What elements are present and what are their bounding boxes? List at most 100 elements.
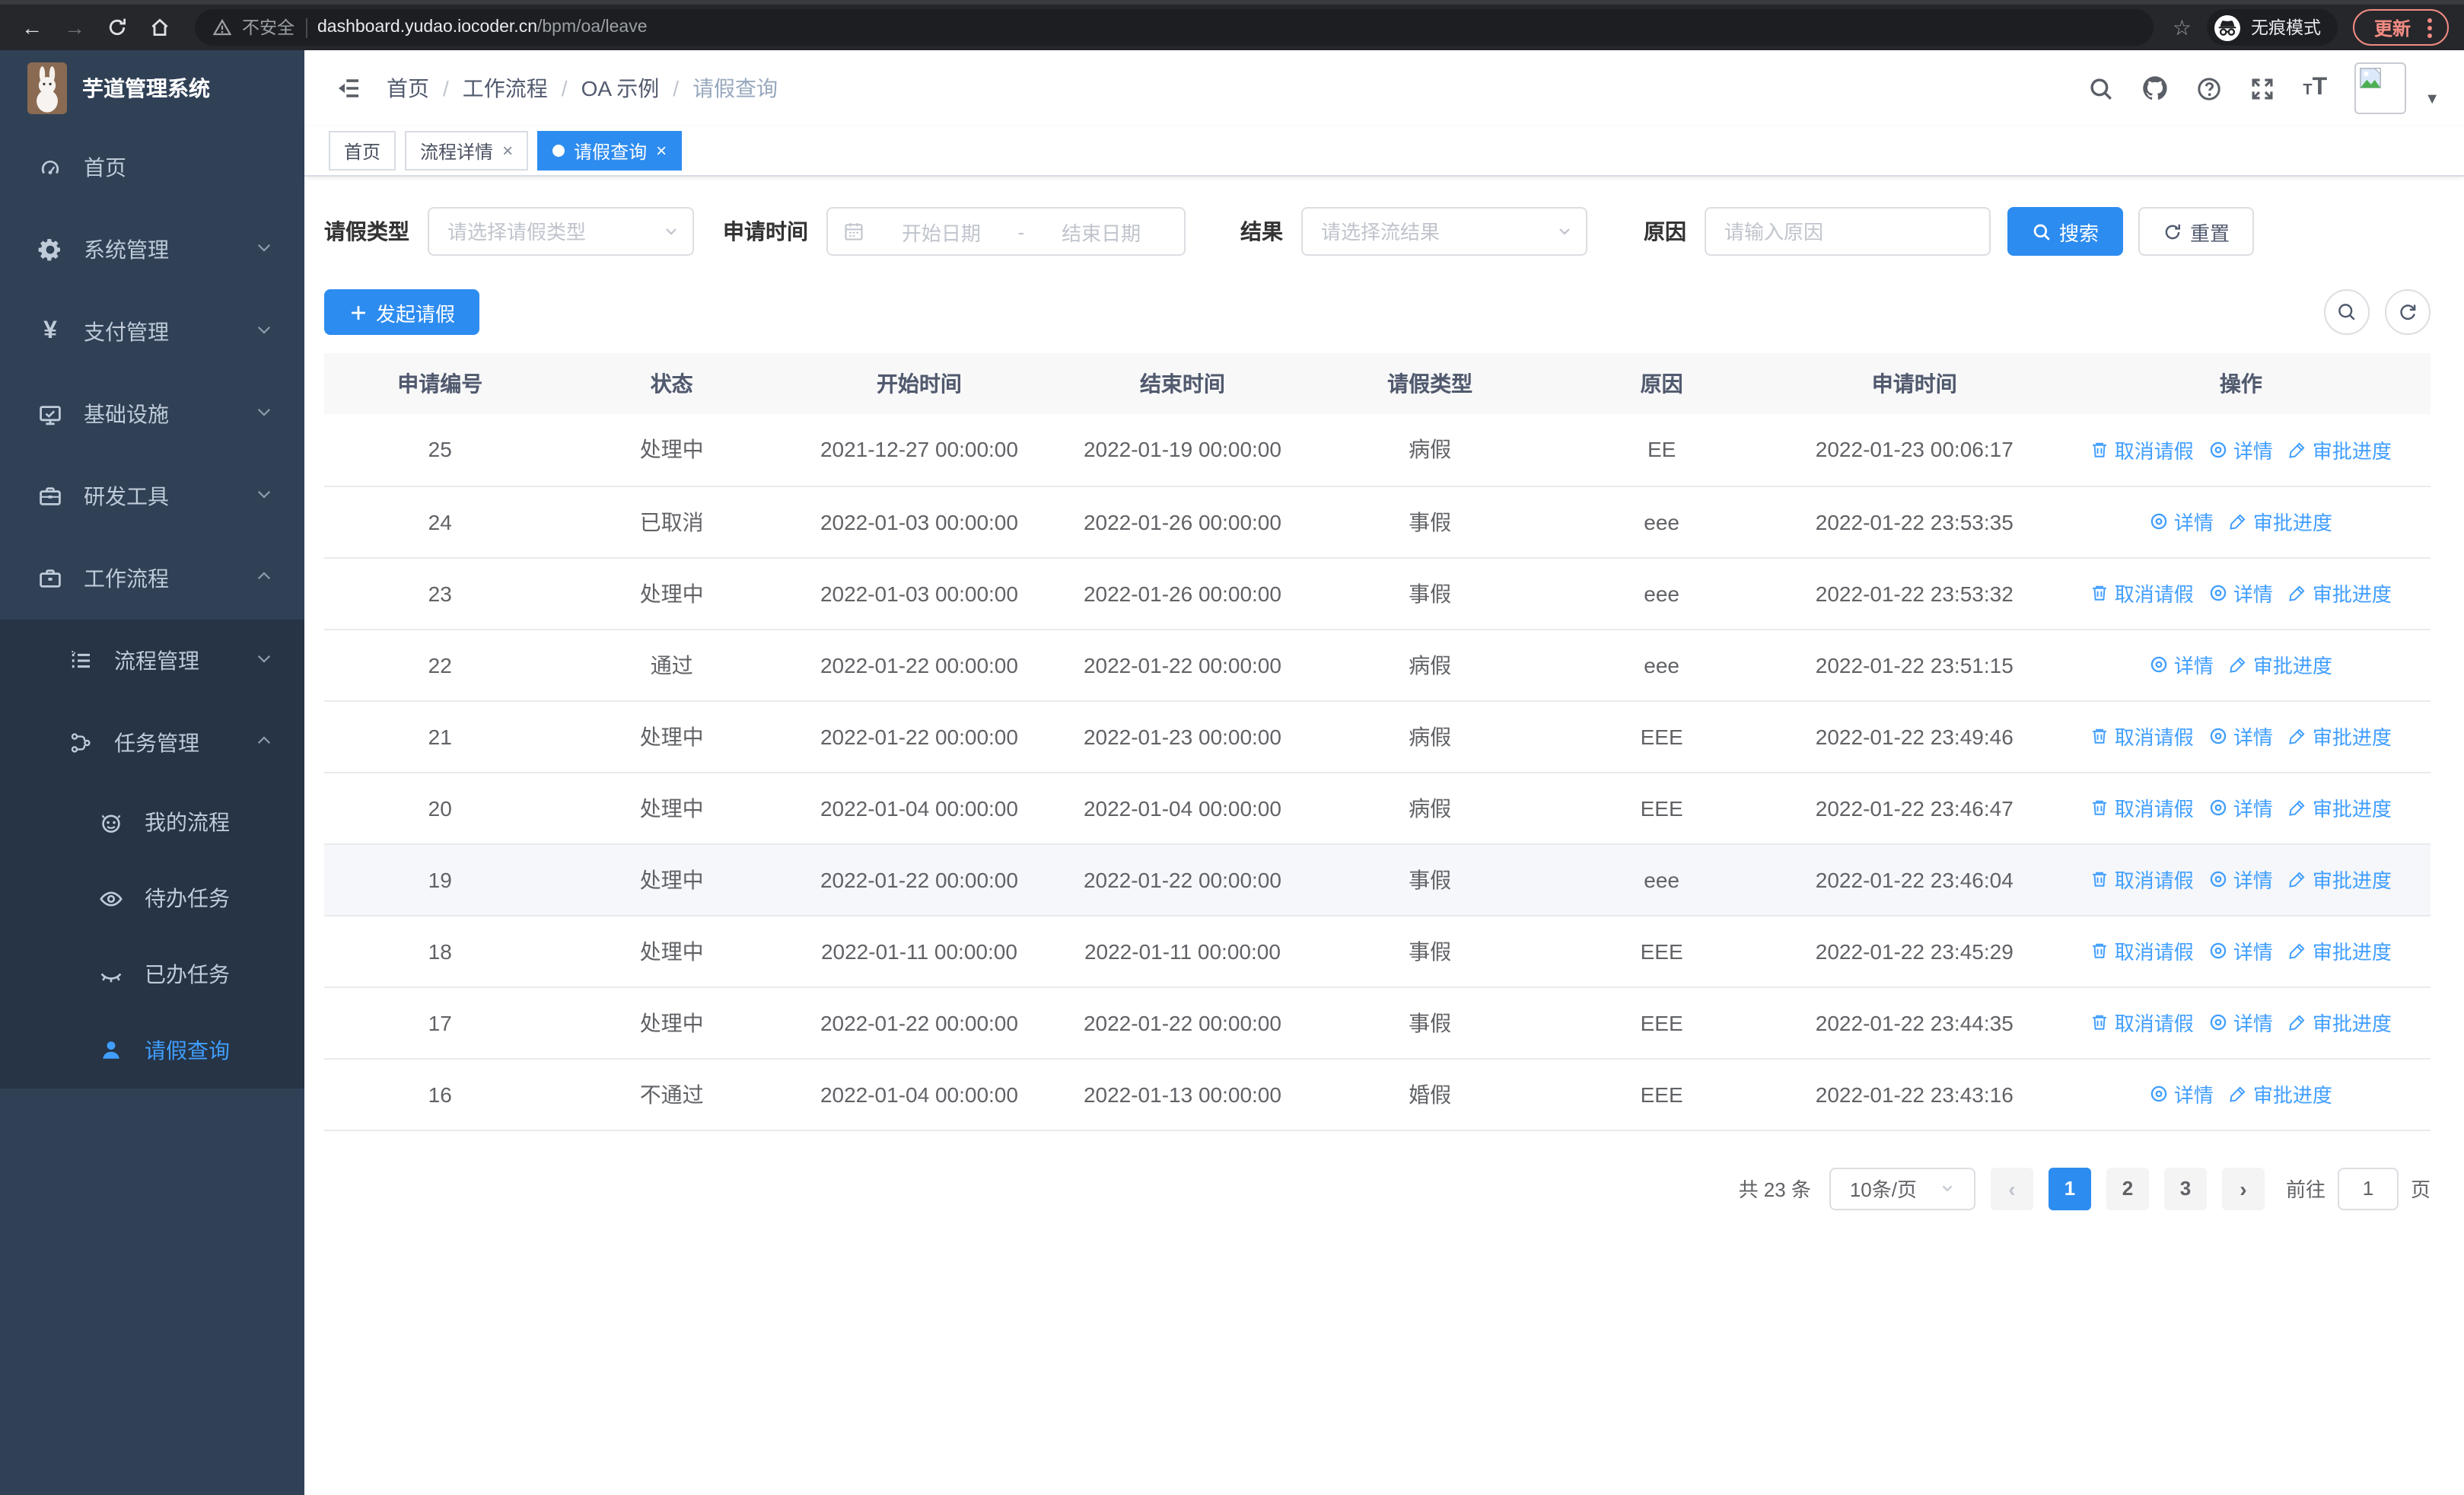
sidebar-item-task-mgmt[interactable]: 任务管理 <box>0 702 304 784</box>
approval-progress-link[interactable]: 审批进度 <box>2229 507 2332 536</box>
approval-progress-link[interactable]: 审批进度 <box>2288 722 2392 751</box>
back-icon[interactable]: ← <box>15 11 49 44</box>
date-start-placeholder[interactable]: 开始日期 <box>874 217 1009 246</box>
bookmark-star-icon[interactable]: ☆ <box>2173 14 2192 40</box>
leave-type-select[interactable] <box>428 207 694 256</box>
reset-button[interactable]: 重置 <box>2138 207 2255 256</box>
page-button-3[interactable]: 3 <box>2163 1167 2207 1210</box>
cancel-leave-link[interactable]: 取消请假 <box>2090 435 2194 464</box>
result-select[interactable] <box>1301 207 1587 256</box>
apply-time-range-picker[interactable]: 开始日期 - 结束日期 <box>826 207 1186 256</box>
sidebar-collapse-icon[interactable] <box>335 75 362 102</box>
browser-menu-icon[interactable] <box>2424 14 2435 40</box>
table-cell: 处理中 <box>556 700 788 773</box>
fullscreen-icon[interactable] <box>2249 75 2275 101</box>
result-select-input[interactable] <box>1303 209 1586 254</box>
reason-input[interactable] <box>1706 209 1989 254</box>
cancel-leave-link[interactable]: 取消请假 <box>2090 1008 2194 1037</box>
date-end-placeholder[interactable]: 结束日期 <box>1033 217 1169 246</box>
detail-link[interactable]: 详情 <box>2150 507 2214 536</box>
chevron-down-icon <box>254 320 274 344</box>
cancel-leave-link[interactable]: 取消请假 <box>2090 865 2194 894</box>
sidebar-item-todo-tasks[interactable]: 待办任务 <box>0 860 304 936</box>
tab-首页[interactable]: 首页 <box>329 131 396 171</box>
close-icon[interactable]: × <box>502 142 513 160</box>
table-row: 25 处理中 2021-12-27 00:00:00 2022-01-19 00:00… <box>324 414 2431 486</box>
search-button[interactable]: 搜索 <box>2007 207 2124 256</box>
avatar[interactable] <box>2354 62 2407 114</box>
detail-link[interactable]: 详情 <box>2209 865 2273 894</box>
approval-progress-link[interactable]: 审批进度 <box>2288 579 2392 607</box>
sidebar-item-home[interactable]: 首页 <box>0 126 304 209</box>
leave-query-icon <box>99 1038 123 1063</box>
forward-icon[interactable]: → <box>58 11 91 44</box>
next-page-button[interactable]: › <box>2221 1167 2265 1210</box>
approval-progress-link[interactable]: 审批进度 <box>2288 936 2392 965</box>
sidebar-item-process-mgmt[interactable]: 流程管理 <box>0 620 304 702</box>
page-button-2[interactable]: 2 <box>2106 1167 2149 1210</box>
home-icon[interactable] <box>143 11 177 44</box>
sidebar-item-workflow[interactable]: 工作流程 <box>0 537 304 620</box>
table-cell: 2022-01-22 00:00:00 <box>1050 843 1314 916</box>
prev-page-button[interactable]: ‹ <box>1990 1167 2033 1210</box>
avatar-caret-icon[interactable]: ▼ <box>2424 91 2440 107</box>
sidebar-item-infra[interactable]: 基础设施 <box>0 373 304 455</box>
close-icon[interactable]: × <box>656 142 667 160</box>
approval-progress-link[interactable]: 审批进度 <box>2288 435 2392 464</box>
create-leave-button[interactable]: 发起请假 <box>324 289 480 335</box>
sidebar-item-devtools[interactable]: 研发工具 <box>0 455 304 537</box>
page-button-1[interactable]: 1 <box>2048 1167 2091 1210</box>
breadcrumb-item[interactable]: 工作流程 <box>463 73 548 104</box>
sidebar-item-my-process[interactable]: 我的流程 <box>0 784 304 860</box>
sidebar-item-system[interactable]: 系统管理 <box>0 209 304 291</box>
approval-progress-link[interactable]: 审批进度 <box>2288 865 2392 894</box>
cancel-leave-link[interactable]: 取消请假 <box>2090 579 2194 607</box>
approval-progress-link[interactable]: 审批进度 <box>2229 1079 2332 1108</box>
detail-link[interactable]: 详情 <box>2209 722 2273 751</box>
sidebar-item-done-tasks[interactable]: 已办任务 <box>0 936 304 1012</box>
url-bar[interactable]: 不安全 dashboard.yudao.iocoder.cn/bpm/oa/le… <box>195 9 2154 46</box>
tab-流程详情[interactable]: 流程详情 × <box>405 131 529 171</box>
breadcrumb-item[interactable]: OA 示例 <box>581 73 660 104</box>
tab-请假查询[interactable]: 请假查询 × <box>537 131 683 171</box>
page-size-value: 10条/页 <box>1849 1178 1917 1201</box>
todo-tasks-icon <box>99 886 123 910</box>
detail-link[interactable]: 详情 <box>2209 579 2273 607</box>
table-cell: 2022-01-22 23:49:46 <box>1777 700 2052 773</box>
detail-link[interactable]: 详情 <box>2150 1079 2214 1108</box>
detail-link[interactable]: 详情 <box>2150 650 2214 679</box>
sidebar-item-label: 流程管理 <box>114 649 199 673</box>
github-icon[interactable] <box>2141 75 2169 102</box>
chevron-down-icon <box>254 237 274 262</box>
page-size-select[interactable]: 10条/页 <box>1829 1167 1975 1210</box>
breadcrumb-item[interactable]: 首页 <box>387 73 429 104</box>
table-cell: 事假 <box>1313 987 1546 1059</box>
update-button[interactable]: 更新 <box>2352 9 2449 46</box>
header-search-icon[interactable] <box>2088 75 2114 101</box>
table-refresh-icon[interactable] <box>2385 289 2431 335</box>
table-cell: 事假 <box>1313 557 1546 630</box>
font-size-icon[interactable]: TT <box>2303 75 2327 102</box>
sidebar-item-payment[interactable]: ¥ 支付管理 <box>0 291 304 373</box>
approval-progress-link[interactable]: 审批进度 <box>2288 793 2392 822</box>
detail-link[interactable]: 详情 <box>2209 936 2273 965</box>
system-icon <box>38 237 62 262</box>
cancel-leave-link[interactable]: 取消请假 <box>2090 936 2194 965</box>
sidebar-item-leave-query[interactable]: 请假查询 <box>0 1012 304 1089</box>
home-icon <box>38 155 62 180</box>
detail-link[interactable]: 详情 <box>2209 1008 2273 1037</box>
cancel-leave-link[interactable]: 取消请假 <box>2090 793 2194 822</box>
cancel-leave-link[interactable]: 取消请假 <box>2090 722 2194 751</box>
help-icon[interactable] <box>2196 75 2222 101</box>
approval-progress-link[interactable]: 审批进度 <box>2229 650 2332 679</box>
app-logo[interactable]: 芋道管理系统 <box>0 50 304 126</box>
detail-link[interactable]: 详情 <box>2209 793 2273 822</box>
reload-icon[interactable] <box>100 11 134 44</box>
detail-link[interactable]: 详情 <box>2209 435 2273 464</box>
table-search-toggle-icon[interactable] <box>2324 289 2370 335</box>
leave-type-select-input[interactable] <box>429 209 692 254</box>
table-cell: 2022-01-04 00:00:00 <box>1050 772 1314 844</box>
actions-cell: 取消请假 详情 审批进度 <box>2051 700 2431 773</box>
goto-page-input[interactable] <box>2337 1167 2399 1210</box>
approval-progress-link[interactable]: 审批进度 <box>2288 1008 2392 1037</box>
